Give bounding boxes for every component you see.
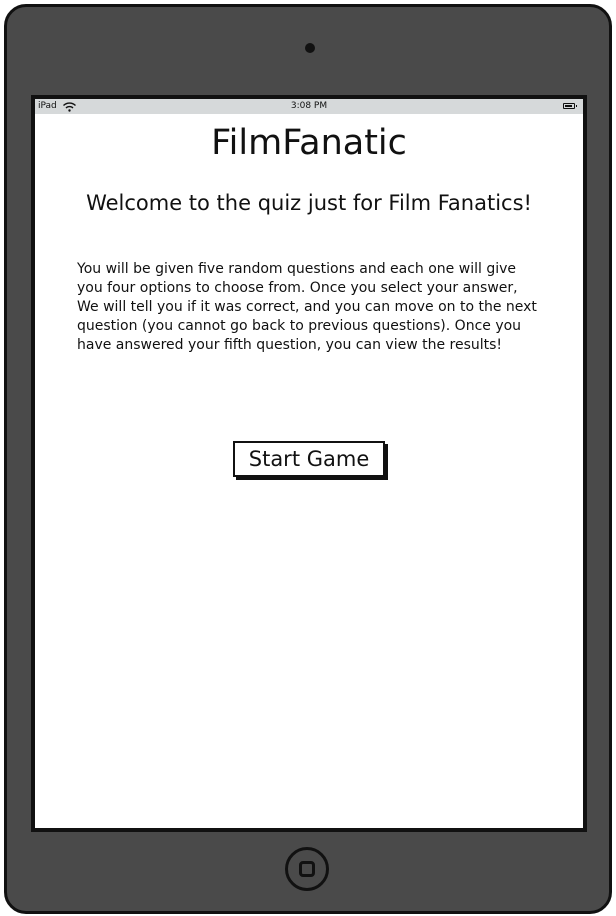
status-bar: iPad 3:08 PM	[35, 99, 583, 114]
start-container: Start Game	[35, 355, 583, 477]
status-time: 3:08 PM	[290, 101, 328, 111]
ipad-frame: iPad 3:08 PM FilmFanatic Welcome to the …	[4, 4, 612, 914]
home-button-icon[interactable]	[285, 847, 329, 891]
camera-icon	[305, 43, 315, 53]
welcome-heading: Welcome to the quiz just for Film Fanati…	[86, 191, 532, 215]
battery-icon	[563, 103, 577, 109]
screen: iPad 3:08 PM FilmFanatic Welcome to the …	[31, 95, 587, 832]
instructions-text: You will be given five random questions …	[77, 261, 537, 353]
start-game-button[interactable]: Start Game	[233, 441, 385, 477]
page-title: FilmFanatic	[211, 123, 407, 163]
home-square-icon	[299, 861, 315, 877]
